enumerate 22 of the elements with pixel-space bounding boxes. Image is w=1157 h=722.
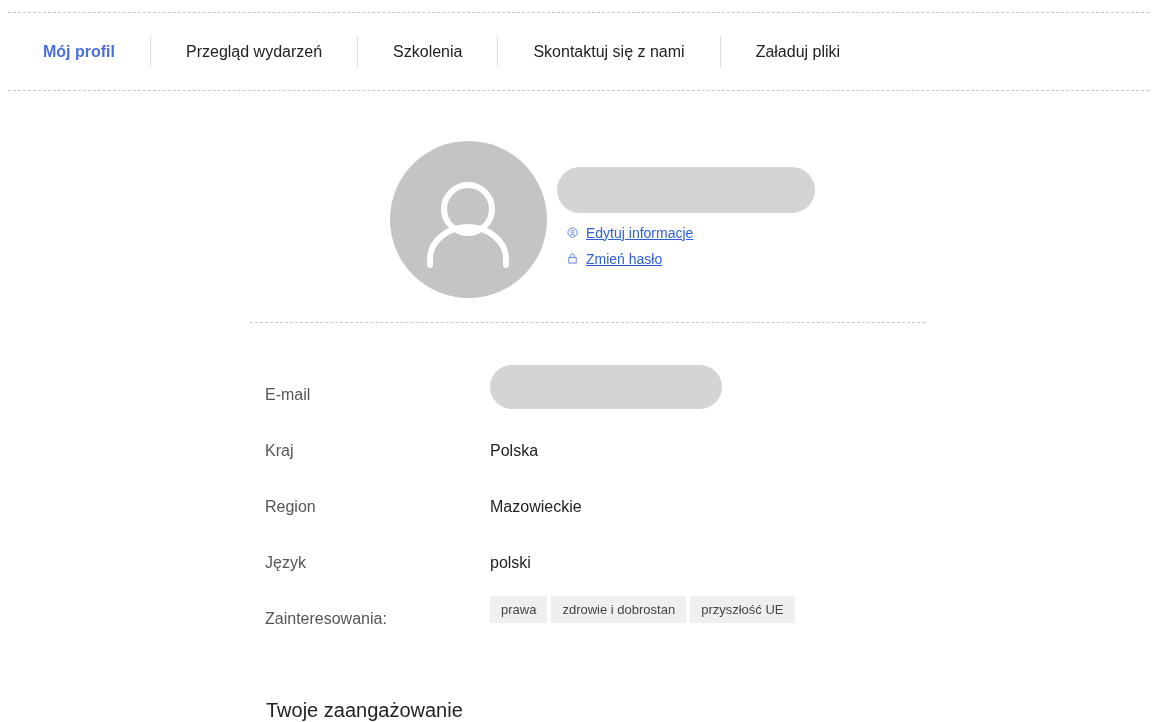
field-value: polski [490, 554, 531, 572]
profile-link[interactable]: Zmień hasło [567, 250, 815, 267]
field-label: Region [265, 498, 317, 516]
nav-tab[interactable]: Szkolenia [357, 36, 498, 67]
interest-tag: prawa [490, 595, 548, 623]
nav-tab[interactable]: Przegląd wydarzeń [150, 36, 358, 67]
lock-icon [567, 253, 578, 264]
field-label: Kraj [265, 442, 295, 460]
profile-link[interactable]: Edytuj informacje [567, 224, 815, 241]
interest-tag: przyszłość UE [690, 595, 795, 623]
field-value: Mazowieckie [490, 498, 582, 516]
field-label: Zainteresowania: [265, 610, 388, 628]
field-label: E-mail [265, 386, 312, 404]
field-label: Język [265, 554, 307, 572]
nav-tab[interactable]: Załaduj pliki [719, 36, 876, 67]
nav-tab[interactable]: Skontaktuj się z nami [497, 36, 720, 67]
interest-tag: zdrowie i dobrostan [551, 595, 687, 623]
avatar-icon [390, 141, 547, 298]
field-value: Polska [490, 442, 539, 460]
nav-tab[interactable]: Mój profil [22, 36, 150, 67]
user-circle-icon [567, 227, 578, 238]
section-title: Twoje zaangażowanie [266, 699, 464, 722]
